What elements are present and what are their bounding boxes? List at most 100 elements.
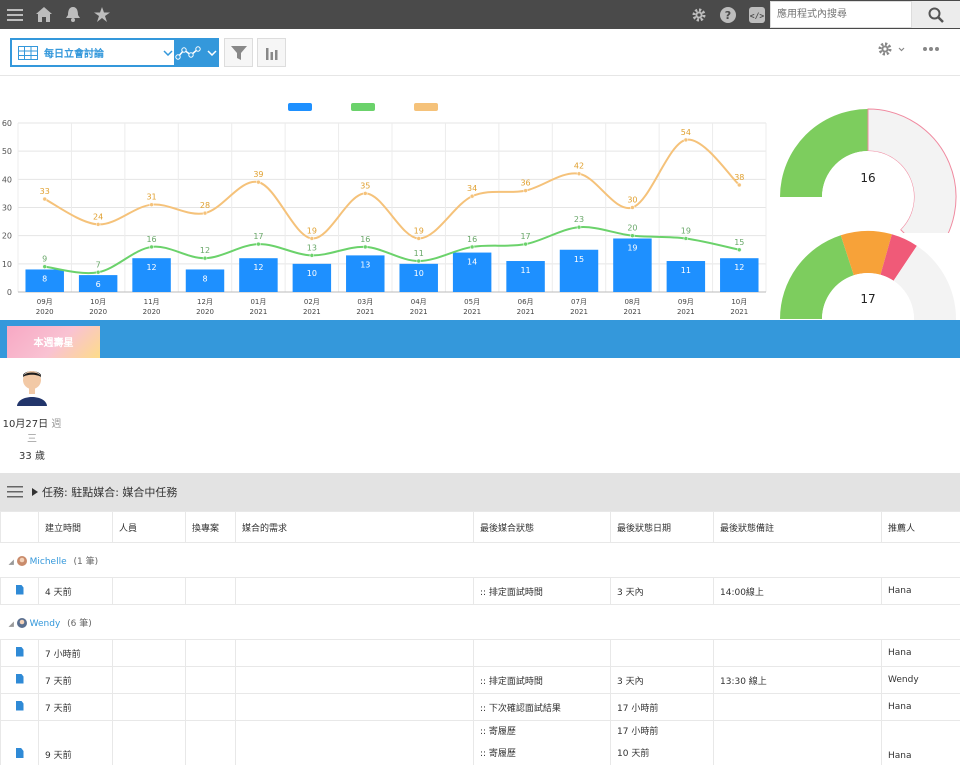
line-point (309, 236, 315, 241)
more-options-button[interactable] (922, 41, 940, 61)
settings-dropdown[interactable] (877, 41, 907, 61)
document-icon[interactable] (15, 673, 24, 684)
collapse-icon[interactable]: ◢ (9, 558, 14, 566)
col-switch[interactable]: 換專案 (185, 511, 236, 543)
line-point (149, 202, 154, 207)
document-icon[interactable] (15, 700, 24, 711)
x-tick-label: 2021 (463, 308, 481, 316)
line-value-label: 15 (734, 238, 744, 247)
document-icon[interactable] (15, 748, 24, 758)
group-name[interactable]: Wendy (30, 619, 61, 629)
col-referrer[interactable]: 推薦人 (881, 511, 960, 543)
x-tick-label: 2021 (730, 308, 748, 316)
collapse-icon[interactable]: ◢ (9, 620, 14, 628)
bar-value-label: 6 (96, 280, 101, 289)
bar-value-label: 12 (253, 263, 263, 272)
cell-switch (185, 666, 236, 694)
line-point (256, 179, 261, 185)
star-band (0, 320, 960, 358)
search-button[interactable] (912, 1, 960, 28)
cell-referrer: Hana (881, 639, 960, 667)
avatar[interactable] (15, 366, 49, 406)
filter-button[interactable] (224, 38, 253, 67)
group-row-wendy[interactable]: ◢ Wendy (6 筆) (0, 604, 960, 640)
col-person[interactable]: 人員 (112, 511, 186, 543)
cell-referrer: Hana (881, 577, 960, 605)
star-tab-label: 本週壽星 (33, 338, 74, 349)
graph-button[interactable] (257, 38, 286, 67)
table-row[interactable]: 9 天前 :: 寄履歷:: 寄履歷 17 小時前 10 天前 Hana (0, 720, 960, 765)
cell-created: 4 天前 (38, 577, 113, 605)
x-tick-label: 2021 (517, 308, 535, 316)
x-tick-label: 2021 (570, 308, 588, 316)
group-count: (6 筆) (67, 618, 92, 629)
table-row[interactable]: 7 天前 :: 下次確認面試結果 17 小時前 Hana (0, 693, 960, 721)
x-tick-label: 10月 (731, 298, 747, 306)
chart-area: 0 10 20 30 40 50 60 09月 2020 10月 2020 11月 2020 12月 202… (0, 77, 960, 382)
col-icon (0, 511, 39, 543)
table-row[interactable]: 7 天前 :: 排定面試時間 3 天內 13:30 線上 Wendy (0, 666, 960, 694)
x-tick-label: 2020 (196, 308, 214, 316)
gauge-center (822, 151, 914, 243)
table-row[interactable]: 4 天前 :: 排定面試時間 3 天內 14:00線上 Hana (0, 577, 960, 605)
cell-status: :: 排定面試時間 (473, 666, 611, 694)
chart-view-button[interactable] (174, 40, 217, 65)
group-name[interactable]: Michelle (30, 557, 67, 567)
line-point (416, 258, 421, 264)
chevron-down-icon (206, 49, 217, 56)
svg-text:?: ? (724, 9, 730, 22)
x-tick-label: 09月 (37, 298, 53, 306)
cell-referrer: Hana (881, 693, 960, 721)
star-birthday: 10月27日 週三 (0, 415, 64, 445)
task-list-title[interactable]: 任務: 駐點媒合: 媒合中任務 (42, 484, 177, 500)
line-value-label: 38 (734, 173, 744, 182)
y-tick-label: 60 (2, 119, 12, 128)
y-tick-label: 10 (2, 260, 12, 269)
cell-switch (185, 693, 236, 721)
menu-icon[interactable] (7, 485, 23, 499)
gear-icon[interactable] (684, 0, 713, 29)
line-value-label: 16 (467, 235, 477, 244)
code-icon[interactable]: </> (742, 0, 771, 29)
view-selector[interactable]: 每日立會討論 (10, 38, 219, 67)
star-tab[interactable]: 本週壽星 (7, 326, 100, 358)
col-created[interactable]: 建立時間 (38, 511, 113, 543)
col-status-note[interactable]: 最後狀態備註 (713, 511, 882, 543)
x-tick-label: 2021 (303, 308, 321, 316)
cell-referrer: Wendy (881, 666, 960, 694)
x-tick-label: 2021 (677, 308, 695, 316)
home-icon[interactable] (29, 0, 58, 29)
cell-referrer: Hana (881, 720, 960, 765)
col-status-date[interactable]: 最後狀態日期 (610, 511, 714, 543)
caret-right-icon[interactable] (32, 488, 38, 496)
line-value-label: 34 (467, 184, 477, 193)
col-status[interactable]: 最後媒合狀態 (473, 511, 611, 543)
x-tick-label: 01月 (250, 298, 266, 306)
x-tick-label: 04月 (411, 298, 427, 306)
col-requirement[interactable]: 媒合的需求 (235, 511, 474, 543)
line-point (256, 241, 261, 247)
cell-status-note: 13:30 線上 (713, 666, 882, 694)
line-point (576, 171, 582, 176)
line-value-label: 36 (520, 179, 530, 188)
document-icon[interactable] (15, 646, 24, 657)
line-chart-icon (174, 45, 201, 60)
line-value-label: 9 (42, 255, 47, 264)
menu-icon[interactable] (0, 0, 29, 29)
line-value-label: 30 (627, 196, 637, 205)
bar-value-label: 10 (414, 269, 424, 278)
line-point (363, 191, 368, 196)
view-name: 每日立會討論 (44, 49, 104, 60)
view-selector-main[interactable]: 每日立會討論 (12, 40, 162, 65)
chevron-down-icon[interactable] (162, 40, 174, 65)
table-row[interactable]: 7 小時前 Hana (0, 639, 960, 667)
search-input[interactable] (770, 1, 912, 28)
bell-icon[interactable] (58, 0, 87, 29)
document-icon[interactable] (15, 584, 24, 595)
x-tick-label: 2021 (410, 308, 428, 316)
help-icon[interactable]: ? (713, 0, 742, 29)
star-icon[interactable] (87, 0, 116, 29)
legend-swatch (288, 103, 312, 111)
more-icon (923, 47, 939, 51)
group-row-michelle[interactable]: ◢ Michelle (1 筆) (0, 542, 960, 578)
